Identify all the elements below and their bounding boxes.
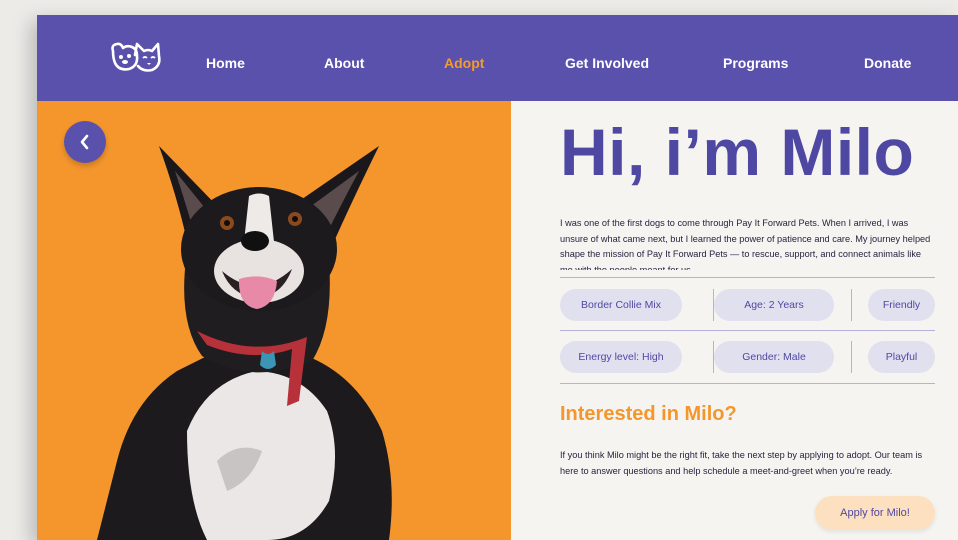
nav-about[interactable]: About bbox=[324, 55, 364, 71]
interest-heading: Interested in Milo? bbox=[560, 403, 737, 425]
interest-body-text: If you think Milo might be the right fit… bbox=[560, 450, 923, 477]
trait-pill-personality: Playful bbox=[868, 341, 935, 373]
divider bbox=[560, 383, 935, 384]
nav-programs[interactable]: Programs bbox=[723, 55, 788, 71]
pet-profile-page: Home About Adopt Get Involved Programs D… bbox=[37, 15, 958, 540]
divider bbox=[851, 289, 852, 321]
chevron-left-icon bbox=[80, 134, 89, 150]
pet-intro-text: I was one of the first dogs to come thro… bbox=[560, 218, 931, 271]
trait-pill-breed: Border Collie Mix bbox=[560, 289, 682, 321]
pet-name-title: Hi, i’m Milo bbox=[560, 115, 915, 189]
dog-photo bbox=[97, 146, 392, 540]
top-nav: Home About Adopt Get Involved Programs D… bbox=[37, 15, 958, 101]
trait-pill-temperament: Friendly bbox=[868, 289, 935, 321]
nav-donate[interactable]: Donate bbox=[864, 55, 911, 71]
trait-pill-age: Age: 2 Years bbox=[714, 289, 834, 321]
pet-photo-panel bbox=[37, 101, 511, 540]
nav-adopt[interactable]: Adopt bbox=[444, 55, 484, 71]
nav-home[interactable]: Home bbox=[206, 55, 245, 71]
nav-get-involved[interactable]: Get Involved bbox=[565, 55, 649, 71]
trait-pill-energy: Energy level: High bbox=[560, 341, 682, 373]
divider bbox=[560, 330, 935, 331]
divider bbox=[851, 341, 852, 373]
divider bbox=[560, 277, 935, 278]
cat-and-dog-logo-icon[interactable] bbox=[107, 39, 163, 83]
apply-for-pet-button[interactable]: Apply for Milo! bbox=[815, 496, 935, 530]
trait-pill-gender: Gender: Male bbox=[714, 341, 834, 373]
back-button[interactable] bbox=[64, 121, 106, 163]
